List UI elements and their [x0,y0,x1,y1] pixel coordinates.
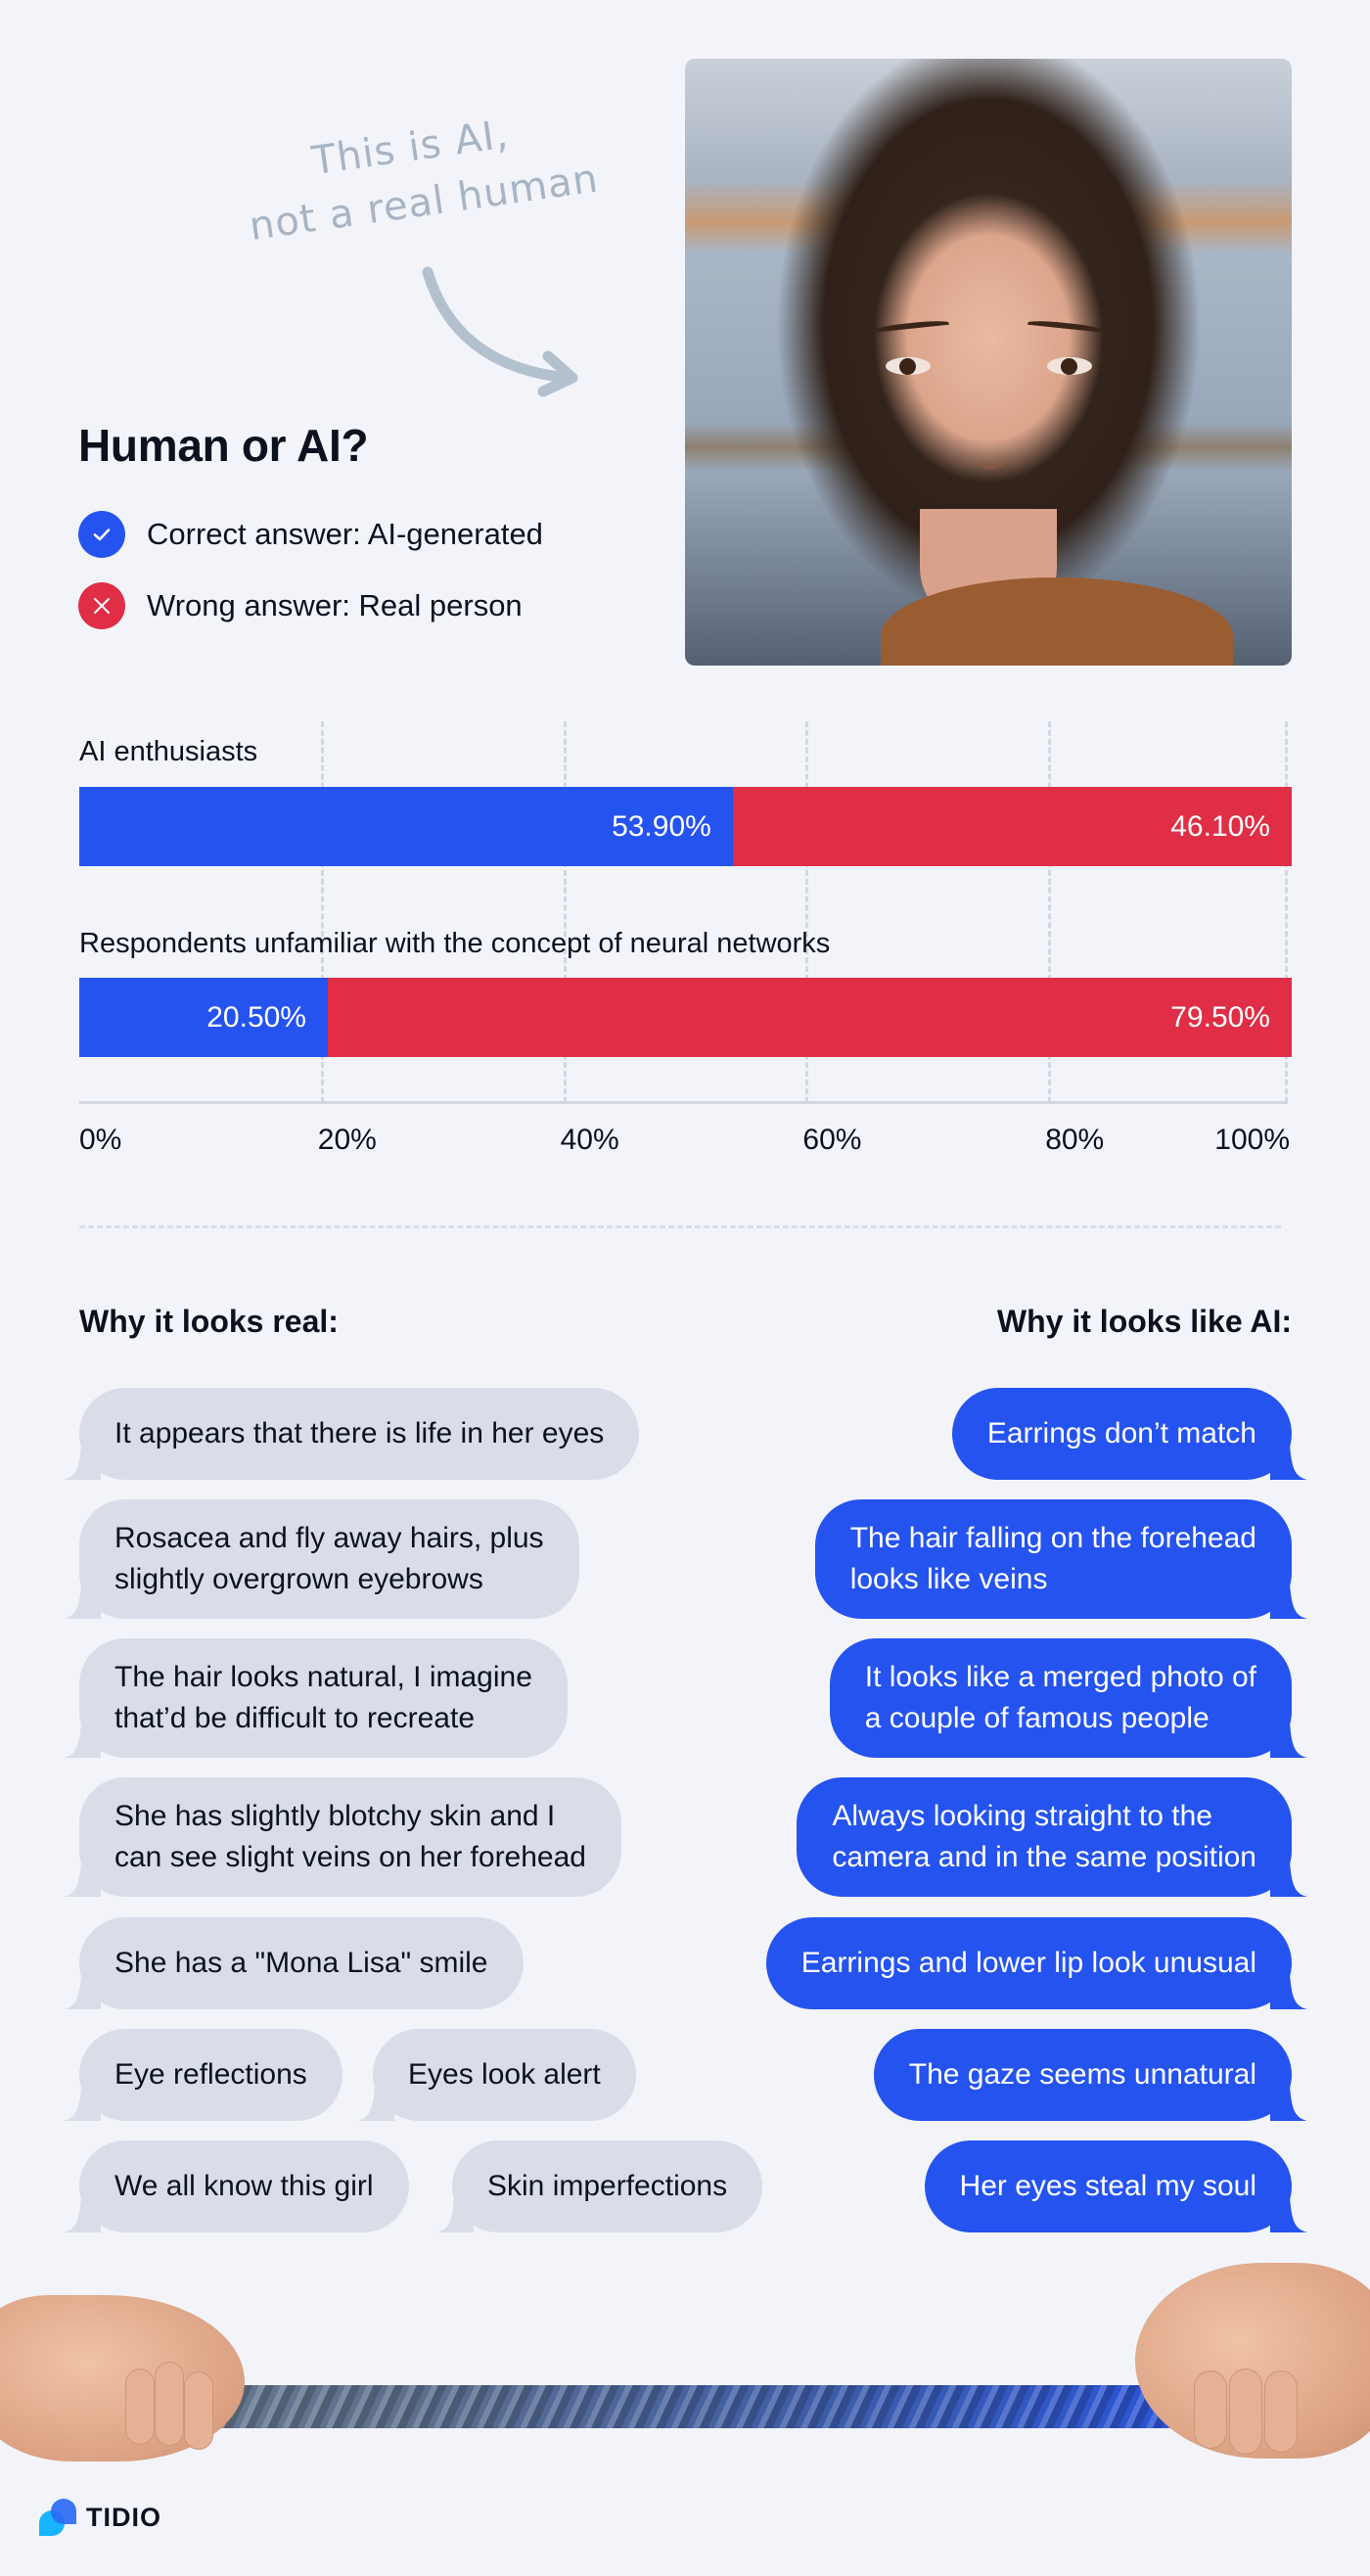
tidio-logo[interactable]: TIDIO [39,2498,161,2537]
why-real-bubble: Eye reflections [64,2029,342,2121]
heading-why-ai: Why it looks like AI: [996,1304,1292,1339]
bubble-tail-icon [64,2197,101,2232]
bubble-text: It appears that there is life in her eye… [114,1417,605,1449]
portrait-photo [685,59,1292,666]
why-real-bubble: She has a "Mona Lisa" smile [64,1917,524,2009]
bubble-tail-icon [64,1974,101,2009]
why-ai-bubble: Always looking straight to the camera and… [797,1777,1307,1897]
nose [971,411,1010,470]
bubble-text: The hair looks natural, I imagine that’d … [114,1661,532,1734]
bubble-tail-icon [1270,1584,1307,1619]
bubble-text: The hair falling on the forehead looks li… [849,1522,1256,1595]
eye [1047,357,1092,375]
bar-value-label: 46.10% [1170,809,1270,843]
bar-segment-correct: 53.90% [79,787,733,866]
why-ai-bubble: The hair falling on the forehead looks li… [814,1499,1307,1619]
heading-why-real: Why it looks real: [79,1304,339,1339]
why-real-bubble: Skin imperfections [436,2140,763,2232]
why-ai-bubble: Her eyes steal my soul [924,2140,1307,2232]
bar-value-label: 53.90% [612,809,711,843]
bar-category-label: Respondents unfamiliar with the concept … [79,928,831,959]
bar-segment-wrong: 46.10% [732,787,1292,866]
bubble-text: Her eyes steal my soul [959,2170,1256,2202]
bubble-tail-icon [1270,1974,1307,2009]
why-real-bubble: She has slightly blotchy skin and Ican s… [64,1777,621,1897]
bubble-text: Earrings and lower lip look unusual [800,1947,1256,1979]
eye [886,357,931,375]
annotation-line-2: not a real human [247,156,602,250]
bubble-tail-icon [64,2086,101,2121]
why-real-bubble: Eyes look alert [357,2029,636,2121]
bubble-text: She has a "Mona Lisa" smile [114,1947,488,1979]
bar-segment-wrong: 79.50% [327,978,1292,1057]
x-axis-line [79,1101,1288,1104]
bubble-text: Rosacea and fly away hairs, plus slightly… [114,1522,544,1595]
page-title: Human or AI? [78,420,369,471]
bubble-text: Skin imperfections [487,2170,728,2202]
x-tick-label: 60% [802,1124,862,1156]
x-tick-label: 80% [1045,1124,1105,1156]
bubble-text: The gaze seems unnatural [908,2058,1256,2091]
bubble-tail-icon [1270,2086,1307,2121]
bubble-text: Always looking straight to the camera and… [832,1800,1256,1873]
why-ai-bubble: It looks like a merged photo of a couple … [829,1638,1307,1758]
x-tick-label: 100% [1214,1124,1290,1156]
close-icon [78,582,125,629]
bar-value-label: 79.50% [1170,1000,1270,1034]
bubble-tail-icon [1270,1723,1307,1758]
bubble-tail-icon [436,2197,474,2232]
check-icon [78,511,125,558]
why-real-bubble: It appears that there is life in her eye… [64,1388,640,1480]
why-ai-bubble: The gaze seems unnatural [873,2029,1307,2121]
bubble-text: Earrings don’t match [986,1417,1256,1449]
bubble-text: We all know this girl [114,2170,374,2202]
brow [1027,318,1107,336]
x-tick-label: 20% [317,1124,377,1156]
bubble-tail-icon [1270,2197,1307,2232]
bar-value-label: 20.50% [206,1000,306,1034]
bar-segment-correct: 20.50% [79,978,328,1057]
section-divider [79,1225,1281,1228]
curved-arrow-icon [422,266,578,397]
bubble-tail-icon [64,1723,101,1758]
legend-item-wrong: Wrong answer: Real person [78,582,523,629]
brow [870,318,950,336]
why-ai-bubble: Earrings and lower lip look unusual [765,1917,1307,2009]
bubble-tail-icon [357,2086,394,2121]
bubble-tail-icon [1270,1445,1307,1480]
x-tick-label: 40% [560,1124,619,1156]
bubble-text: It looks like a merged photo of a couple … [864,1661,1256,1734]
bubble-text: Eye reflections [114,2058,307,2091]
legend-label: Wrong answer: Real person [147,588,523,622]
bubble-tail-icon [64,1584,101,1619]
why-real-bubble: The hair looks natural, I imagine that’d … [64,1638,568,1758]
why-real-bubble: Rosacea and fly away hairs, plus slightly… [64,1499,579,1619]
right-hand-image [1135,2263,1370,2459]
bubble-text: She has slightly blotchy skin and Ican s… [114,1800,586,1873]
left-hand-image [0,2295,245,2461]
x-tick-label: 0% [79,1124,122,1156]
legend-item-correct: Correct answer: AI-generated [78,511,543,558]
bubble-tail-icon [64,1445,101,1480]
legend-label: Correct answer: AI-generated [147,517,543,551]
bar-category-label: AI enthusiasts [79,736,258,767]
why-real-bubble: We all know this girl [64,2140,409,2232]
logo-text: TIDIO [86,2502,161,2532]
why-ai-bubble: Earrings don’t match [951,1388,1307,1480]
bubble-tail-icon [64,1862,101,1897]
bubble-tail-icon [1270,1862,1307,1897]
bubble-text: Eyes look alert [408,2058,601,2091]
tidio-logo-icon [39,2499,76,2536]
